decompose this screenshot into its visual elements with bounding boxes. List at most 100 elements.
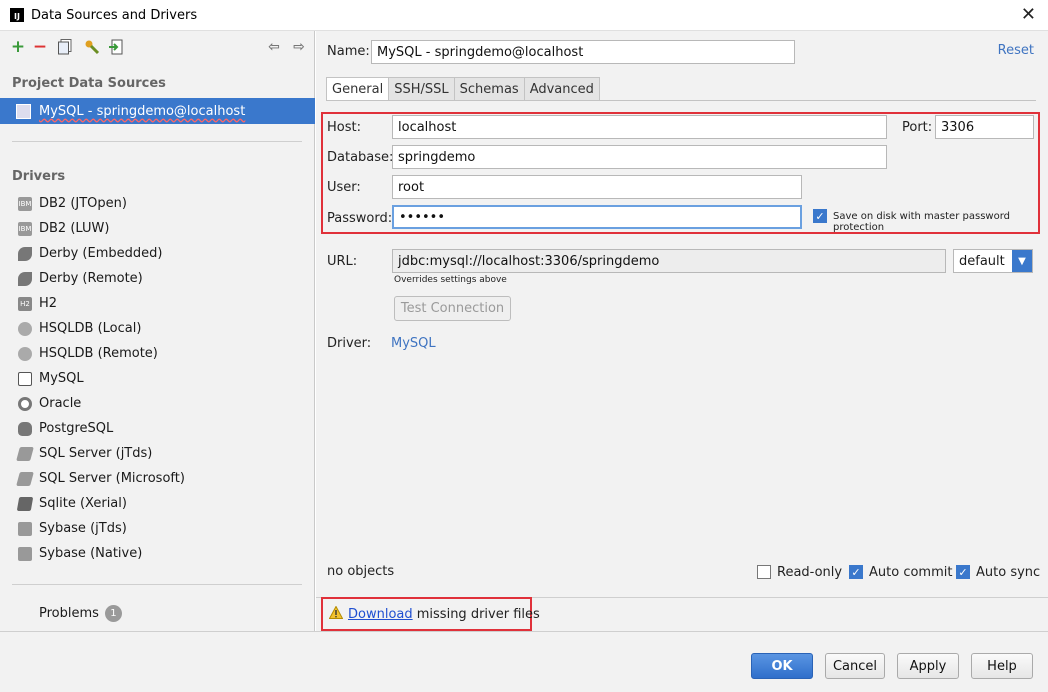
auto-commit-checkbox[interactable]: ✓ [849, 565, 863, 579]
driver-link[interactable]: MySQL [391, 336, 436, 351]
sqlserver-icon [16, 471, 34, 486]
divider [12, 584, 302, 585]
derby-icon [18, 271, 32, 286]
driver-item[interactable]: Oracle [0, 391, 315, 416]
remove-icon[interactable]: − [31, 37, 49, 57]
title-bar: IJ Data Sources and Drivers ✕ [0, 0, 1048, 31]
data-source-label: MySQL - springdemo@localhost [39, 103, 246, 119]
driver-settings-icon[interactable] [83, 38, 101, 56]
ibm-icon: IBM [18, 221, 32, 236]
data-source-item-selected[interactable]: MySQL - springdemo@localhost [0, 98, 315, 124]
left-toolbar: + − ⇦ ⇨ [0, 31, 315, 65]
driver-label: Derby (Embedded) [39, 246, 163, 261]
test-connection-button[interactable]: Test Connection [394, 296, 511, 321]
overrides-note: Overrides settings above [394, 275, 507, 285]
read-only-label: Read-only [777, 565, 843, 580]
driver-item[interactable]: Sqlite (Xerial) [0, 491, 315, 516]
driver-item[interactable]: Derby (Remote) [0, 266, 315, 291]
intellij-app-icon: IJ [10, 8, 24, 22]
driver-label: Sybase (jTds) [39, 521, 127, 536]
driver-label: Driver: [327, 336, 372, 351]
tab-ssh-ssl[interactable]: SSH/SSL [388, 77, 455, 101]
mysql-icon [18, 371, 32, 386]
url-label: URL: [327, 254, 358, 269]
hsqldb-icon [18, 346, 32, 361]
close-icon[interactable]: ✕ [1021, 5, 1036, 25]
driver-item[interactable]: Sybase (jTds) [0, 516, 315, 541]
sqlserver-icon [16, 446, 34, 461]
download-message: Download missing driver files [348, 607, 540, 622]
add-icon[interactable]: + [9, 37, 27, 57]
drivers-heading: Drivers [12, 169, 66, 184]
sybase-icon [18, 521, 32, 536]
tab-schemas[interactable]: Schemas [453, 77, 525, 101]
download-message-text: missing driver files [412, 607, 540, 622]
objects-status: no objects [327, 564, 395, 579]
help-button[interactable]: Help [971, 653, 1033, 679]
ibm-icon: IBM [18, 196, 32, 211]
tab-underline [326, 100, 1036, 101]
driver-label: Sqlite (Xerial) [39, 496, 127, 511]
driver-item[interactable]: IBM DB2 (LUW) [0, 216, 315, 241]
tab-advanced[interactable]: Advanced [523, 77, 600, 101]
cancel-button[interactable]: Cancel [825, 653, 885, 679]
auto-sync-checkbox[interactable]: ✓ [956, 565, 970, 579]
back-arrow-icon[interactable]: ⇦ [265, 38, 283, 56]
derby-icon [18, 246, 32, 261]
driver-item[interactable]: MySQL [0, 366, 315, 391]
name-label: Name: [327, 44, 370, 59]
url-mode-value: default [959, 253, 1005, 269]
driver-label: MySQL [39, 371, 84, 386]
driver-label: H2 [39, 296, 58, 311]
driver-item[interactable]: SQL Server (jTds) [0, 441, 315, 466]
driver-item[interactable]: Sybase (Native) [0, 541, 315, 566]
import-icon[interactable] [107, 38, 125, 56]
reset-link[interactable]: Reset [998, 43, 1034, 58]
mysql-icon [16, 103, 31, 119]
warning-icon [328, 605, 344, 623]
h2-icon: H2 [18, 296, 32, 311]
connection-highlight-box [321, 112, 1040, 234]
driver-item[interactable]: PostgreSQL [0, 416, 315, 441]
name-field[interactable]: MySQL - springdemo@localhost [371, 40, 795, 64]
tab-bar: General SSH/SSL Schemas Advanced [326, 77, 600, 101]
apply-button[interactable]: Apply [897, 653, 959, 679]
window-title: Data Sources and Drivers [31, 7, 198, 23]
drivers-list: IBM DB2 (JTOpen) IBM DB2 (LUW) Derby (Embe… [0, 191, 315, 566]
driver-item[interactable]: SQL Server (Microsoft) [0, 466, 315, 491]
read-only-checkbox[interactable] [757, 565, 771, 579]
right-panel: Name: MySQL - springdemo@localhost Reset… [316, 31, 1048, 631]
driver-label: DB2 (JTOpen) [39, 196, 127, 211]
oracle-icon [18, 396, 32, 411]
postgresql-icon [18, 421, 32, 436]
driver-item[interactable]: Derby (Embedded) [0, 241, 315, 266]
driver-label: DB2 (LUW) [39, 221, 110, 236]
driver-label: Sybase (Native) [39, 546, 143, 561]
duplicate-icon[interactable] [56, 38, 74, 56]
left-panel: + − ⇦ ⇨ Project Data Sources MySQL - spr… [0, 31, 315, 631]
sybase-icon [18, 546, 32, 561]
tab-general[interactable]: General [326, 77, 390, 101]
driver-item[interactable]: HSQLDB (Remote) [0, 341, 315, 366]
ok-button[interactable]: OK [751, 653, 813, 679]
driver-label: HSQLDB (Local) [39, 321, 142, 336]
chevron-down-icon: ▼ [1012, 250, 1032, 272]
download-link[interactable]: Download [348, 607, 413, 622]
hsqldb-icon [18, 321, 32, 336]
driver-label: SQL Server (jTds) [39, 446, 153, 461]
url-field[interactable]: jdbc:mysql://localhost:3306/springdemo [392, 249, 946, 273]
project-data-sources-heading: Project Data Sources [12, 76, 166, 91]
problems-label: Problems [39, 606, 99, 621]
driver-item[interactable]: H2 H2 [0, 291, 315, 316]
driver-item[interactable]: IBM DB2 (JTOpen) [0, 191, 315, 216]
url-mode-select[interactable]: default ▼ [953, 249, 1033, 273]
dialog-button-bar: OK Cancel Apply Help [0, 631, 1048, 692]
driver-label: HSQLDB (Remote) [39, 346, 158, 361]
problems-count-badge: 1 [104, 605, 122, 622]
driver-label: SQL Server (Microsoft) [39, 471, 185, 486]
driver-label: Derby (Remote) [39, 271, 143, 286]
problems-item[interactable]: Problems 1 [39, 605, 122, 622]
driver-item[interactable]: HSQLDB (Local) [0, 316, 315, 341]
forward-arrow-icon[interactable]: ⇨ [290, 38, 308, 56]
divider [12, 141, 302, 142]
